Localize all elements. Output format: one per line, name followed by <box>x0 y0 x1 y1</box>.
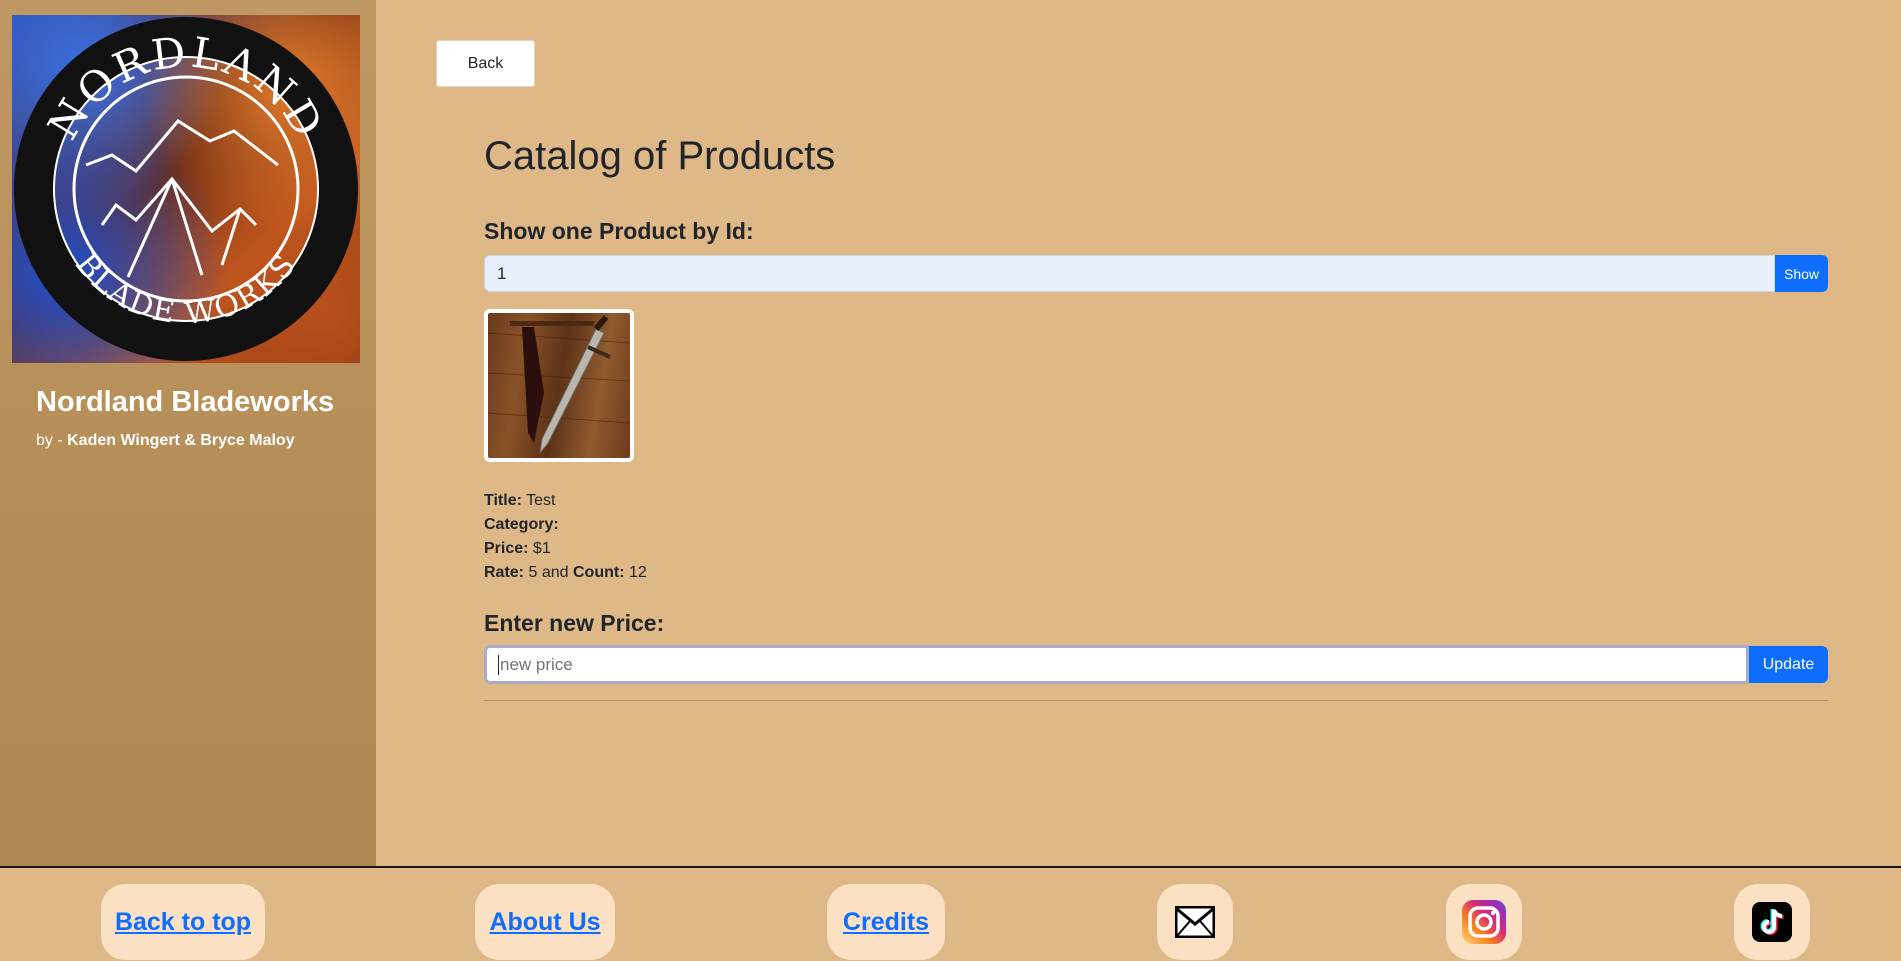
tiktok-pill[interactable] <box>1734 884 1810 960</box>
show-button[interactable]: Show <box>1775 255 1828 292</box>
product-image <box>484 309 634 462</box>
back-to-top-link[interactable]: Back to top <box>115 908 251 937</box>
price-row: Price: $1 <box>484 537 647 561</box>
logo: NORDLAND BLADE WORKS <box>12 15 360 363</box>
page-title: Catalog of Products <box>484 134 836 178</box>
authors: Kaden Wingert & Bryce Maloy <box>67 432 295 449</box>
byline-prefix: by - <box>36 432 68 449</box>
back-button[interactable]: Back <box>436 40 535 87</box>
category-label: Category: <box>484 516 559 533</box>
category-row: Category: <box>484 513 647 537</box>
divider <box>484 700 1828 701</box>
count-value: 12 <box>628 564 647 581</box>
about-us-pill: About Us <box>475 884 615 960</box>
rate-label: Rate: <box>484 564 525 581</box>
back-to-top-pill: Back to top <box>101 884 265 960</box>
product-id-input[interactable]: 1 <box>484 255 1775 292</box>
text-caret <box>498 654 499 675</box>
product-details: Title: Test Category: Price: $1 Rate: 5 … <box>484 489 647 585</box>
price-value: $1 <box>532 540 551 557</box>
title-row: Title: Test <box>484 489 647 513</box>
mail-icon[interactable] <box>1175 906 1215 938</box>
title-value: Test <box>526 492 556 509</box>
tiktok-icon[interactable] <box>1752 902 1792 942</box>
about-us-link[interactable]: About Us <box>489 908 600 937</box>
knife-icon <box>488 315 630 455</box>
instagram-icon[interactable] <box>1462 900 1506 944</box>
credits-pill: Credits <box>827 884 945 960</box>
sidebar: NORDLAND BLADE WORKS Nordland Bladeworks… <box>0 0 376 866</box>
new-price-input[interactable]: new price <box>484 645 1749 684</box>
count-label: Count: <box>572 564 625 581</box>
price-label: Price: <box>484 540 529 557</box>
brand-title: Nordland Bladeworks <box>36 386 335 418</box>
mail-pill[interactable] <box>1157 884 1233 960</box>
logo-emblem-icon: NORDLAND BLADE WORKS <box>14 17 358 361</box>
svg-text:NORDLAND: NORDLAND <box>38 27 334 148</box>
show-product-heading: Show one Product by Id: <box>484 218 754 244</box>
title-label: Title: <box>484 492 522 509</box>
new-price-heading: Enter new Price: <box>484 610 665 636</box>
credits-link[interactable]: Credits <box>843 908 929 937</box>
instagram-pill[interactable] <box>1446 884 1522 960</box>
update-button[interactable]: Update <box>1749 646 1828 683</box>
and-text: and <box>541 564 569 581</box>
rate-value: 5 <box>528 564 538 581</box>
brand-byline: by - Kaden Wingert & Bryce Maloy <box>36 432 295 450</box>
rate-row: Rate: 5 and Count: 12 <box>484 561 647 585</box>
footer: Back to top About Us Credits <box>0 868 1901 961</box>
price-placeholder: new price <box>500 654 573 674</box>
